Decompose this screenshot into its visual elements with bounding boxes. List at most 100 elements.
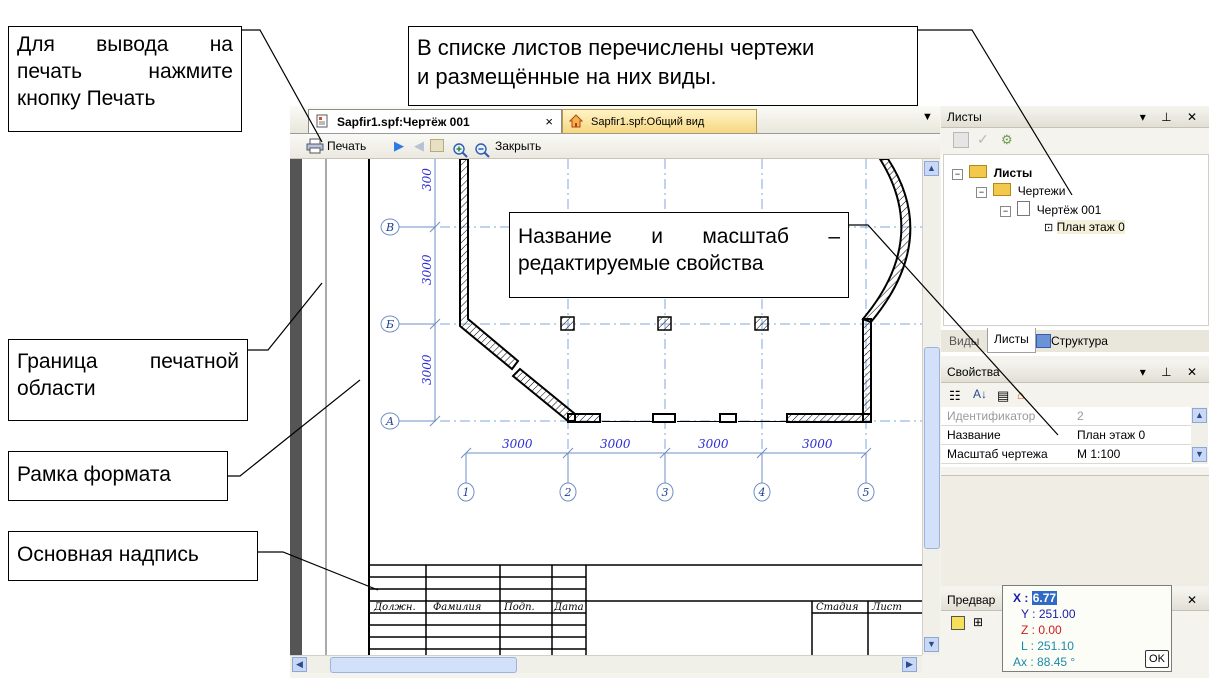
callout-sheets-list: В списке листов перечислены чертежи и ра… [408,26,918,106]
scroll-down-button[interactable]: ▼ [1192,447,1207,462]
axis-col-label: 1 [463,486,470,499]
house-icon [569,114,583,128]
print-button[interactable]: Печать [306,134,378,158]
vertical-scrollbar[interactable]: ▲ ▼ [922,159,940,655]
callout-print: Для вывода на печать нажмите кнопку Печа… [8,26,242,132]
scroll-down-button[interactable]: ▼ [924,637,939,652]
callout-print-line-2: печать нажмите [17,60,233,83]
coord-ax: Ax : 88.45 ° [1013,655,1076,669]
property-description-area [941,475,1209,586]
tab-views[interactable]: Виды [949,330,979,352]
properties-panel-title-text: Свойства [947,365,1000,379]
axis-row-label: А [385,415,394,428]
tab-drawing-001[interactable]: Sapfir1.spf:Чертёж 001 × [308,109,562,133]
tree-node-floor-plan[interactable]: ⊡ План этаж 0 [1044,219,1125,235]
sheets-panel-title: Листы ▾ ⊥ ✕ [941,106,1209,128]
tree-node-drawings[interactable]: − Чертежи [976,183,1065,199]
preview-panel-title-text: Предвар [947,593,996,607]
dimension-label: 3000 [698,437,729,451]
callout-format-frame: Рамка формата [8,451,228,501]
callout-name-line-1: Название и масштаб – [518,225,840,248]
axis-col-label: 5 [863,486,870,499]
callout-name-scale: Название и масштаб – редактируемые свойс… [509,212,849,298]
tree-node-sheets[interactable]: − Листы [952,165,1032,181]
tab-sheets[interactable]: Листы [987,328,1036,353]
home-icon[interactable]: ⌂ [1017,388,1024,402]
panel-controls-icon[interactable]: ▾ ⊥ ✕ [1140,106,1203,128]
view-icon: ⊡ [1044,222,1054,234]
columns [560,316,769,331]
tab-list-dropdown-icon[interactable]: ▼ [922,111,933,123]
coord-x: X : 6.77 [1013,591,1058,605]
print-button-label: Печать [327,139,367,153]
edit-icon[interactable]: ⚙ [1001,132,1013,148]
sheet-icon [316,114,328,128]
properties-panel: Свойства ▾ ⊥ ✕ ☷ A↓ ▤ ⌂ Идентификатор 2 … [941,361,1209,587]
horizontal-scroll-thumb[interactable] [330,657,517,673]
scroll-left-button[interactable]: ◀ [292,657,307,672]
axis-col-label: 4 [758,486,766,499]
property-pages-icon[interactable]: ▤ [997,388,1009,404]
title-block-sheet: Лист [871,602,902,613]
coord-l: L : 251.10 [1021,639,1074,653]
title-block-stage: Стадия [816,602,859,613]
callout-border-line-2: области [17,377,96,400]
sort-az-icon[interactable]: A↓ [973,387,987,401]
new-sheet-icon[interactable] [953,132,969,148]
coord-y: Y : 251.00 [1021,607,1076,621]
title-block-header: Дата [553,602,584,613]
callout-frame-text: Рамка формата [17,463,171,486]
callout-title-block: Основная надпись [8,531,258,581]
folder-icon [993,183,1012,196]
folder-icon [969,165,988,178]
drawing-toolbar: Печать ▶ ◀ Закрыть [290,134,940,159]
sheet-icon [1017,201,1031,216]
callout-print-line-1: Для вывода на [17,33,233,56]
axis-row-label: В [385,221,394,234]
document-tabs: Sapfir1.spf:Чертёж 001 × Sapfir1.spf:Общ… [290,106,940,134]
tree-node-drawing-001[interactable]: − Чертёж 001 [1000,201,1101,217]
property-row-id: Идентификатор 2 [941,407,1191,426]
scroll-up-button[interactable]: ▲ [924,161,939,176]
coord-z: Z : 0.00 [1021,623,1062,637]
dimension-label: 3000 [420,254,434,285]
printer-icon [306,138,324,154]
property-row-name[interactable]: Название План этаж 0 [941,426,1191,445]
check-icon[interactable]: ✓ [977,131,989,148]
tab-close-icon[interactable]: × [545,110,553,134]
tab-structure[interactable]: Структура [1051,330,1108,352]
sheets-tree: − Листы − Чертежи − Чертёж 001 ⊡ План эт… [943,154,1209,326]
horizontal-scrollbar[interactable]: ◀ ▶ [290,655,922,673]
prev-page-icon[interactable]: ◀ [414,134,424,158]
categorized-icon[interactable]: ☷ [949,388,961,404]
dimension-label: 3000 [420,354,434,385]
title-block-header: Фамилия [433,602,481,613]
property-grid-scrollbar[interactable]: ▲ ▼ [1191,407,1208,464]
panel-bottom-tabs: Виды Листы Структура [941,328,1209,353]
callout-sheets-line-2: и размещённые на них виды. [417,64,717,89]
dimension-label: 300 [420,168,434,191]
next-page-icon[interactable]: ▶ [394,134,404,158]
panel-controls-icon[interactable]: ▾ ⊥ ✕ [1140,361,1203,383]
callout-title-block-text: Основная надпись [17,543,199,566]
fit-page-icon[interactable] [430,139,444,152]
coord-ok-button[interactable]: OK [1145,650,1169,668]
dimension-label: 3000 [600,437,631,451]
axis-row-label: Б [385,318,394,331]
scroll-right-button[interactable]: ▶ [902,657,917,672]
property-row-scale[interactable]: Масштаб чертежа М 1:100 [941,445,1191,464]
sheets-panel-title-text: Листы [947,110,982,124]
scroll-up-button[interactable]: ▲ [1192,408,1207,423]
plan-view-icon[interactable]: ⊞ [973,615,983,629]
cube-icon[interactable] [951,616,965,630]
close-preview-button[interactable]: Закрыть [495,134,541,158]
coordinates-popup: X : 6.77 Y : 251.00 Z : 0.00 L : 251.10 … [1002,585,1172,672]
coord-x-input[interactable]: 6.77 [1031,591,1058,605]
callout-sheets-line-1: В списке листов перечислены чертежи [417,35,815,60]
title-block-header: Должн. [373,602,416,613]
vertical-scroll-thumb[interactable] [924,347,940,549]
title-block-header: Подп. [503,602,535,613]
structure-icon [1036,334,1051,348]
tab-general-view-label: Sapfir1.spf:Общий вид [591,116,705,128]
tab-general-view[interactable]: Sapfir1.spf:Общий вид [562,109,757,133]
